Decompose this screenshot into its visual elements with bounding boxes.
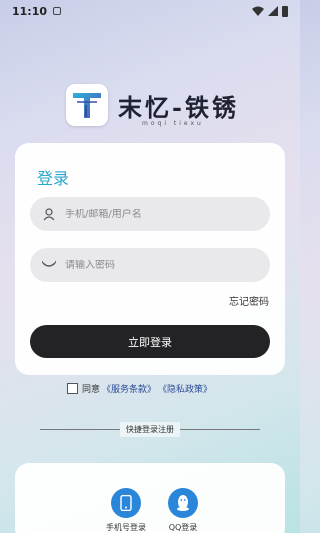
username-field[interactable] — [30, 197, 270, 231]
brand-header: 末忆-铁锈 moqi tiexu — [66, 82, 239, 128]
status-time: 11:10 — [12, 4, 48, 18]
quick-login-card: 手机号登录 QQ登录 — [15, 463, 285, 533]
qq-icon — [168, 488, 198, 518]
brand-text: 末忆-铁锈 moqi tiexu — [118, 88, 239, 127]
quick-login-divider: 快捷登录注册 — [40, 421, 260, 437]
notification-icon — [53, 7, 62, 15]
status-bar: 11:10 — [0, 0, 300, 22]
signal-icon — [268, 6, 278, 16]
divider-line-left — [40, 428, 120, 430]
wifi-icon — [252, 6, 264, 16]
agreement-row: 同意 《服务条款》 《隐私政策》 — [67, 381, 212, 395]
user-icon — [42, 207, 56, 221]
username-input[interactable] — [65, 208, 255, 220]
app-logo — [66, 84, 108, 126]
forgot-password-link[interactable]: 忘记密码 — [229, 293, 269, 308]
terms-link[interactable]: 《服务条款》 — [102, 382, 156, 395]
login-card: 登录 忘记密码 立即登录 — [15, 143, 285, 375]
brand-title: 末忆-铁锈 — [118, 92, 239, 122]
login-title: 登录 — [37, 169, 70, 188]
password-input[interactable] — [65, 259, 255, 271]
eye-closed-icon — [42, 258, 56, 272]
battery-icon — [282, 5, 288, 17]
quick-login-label: 快捷登录注册 — [120, 421, 180, 437]
qq-login-label: QQ登录 — [168, 523, 198, 532]
agree-label: 同意 — [82, 384, 101, 395]
password-field[interactable] — [30, 248, 270, 282]
phone-icon — [111, 488, 141, 518]
phone-login-label: 手机号登录 — [106, 523, 146, 532]
qq-login-button[interactable]: QQ登录 — [153, 488, 213, 533]
brand-subtitle: moqi tiexu — [142, 119, 204, 127]
logo-t-icon — [73, 93, 101, 118]
login-button[interactable]: 立即登录 — [30, 325, 270, 358]
agree-checkbox[interactable] — [67, 382, 78, 394]
divider-line-right — [180, 428, 260, 430]
status-icons — [252, 5, 288, 17]
privacy-link[interactable]: 《隐私政策》 — [158, 382, 212, 395]
phone-login-button[interactable]: 手机号登录 — [96, 488, 156, 533]
